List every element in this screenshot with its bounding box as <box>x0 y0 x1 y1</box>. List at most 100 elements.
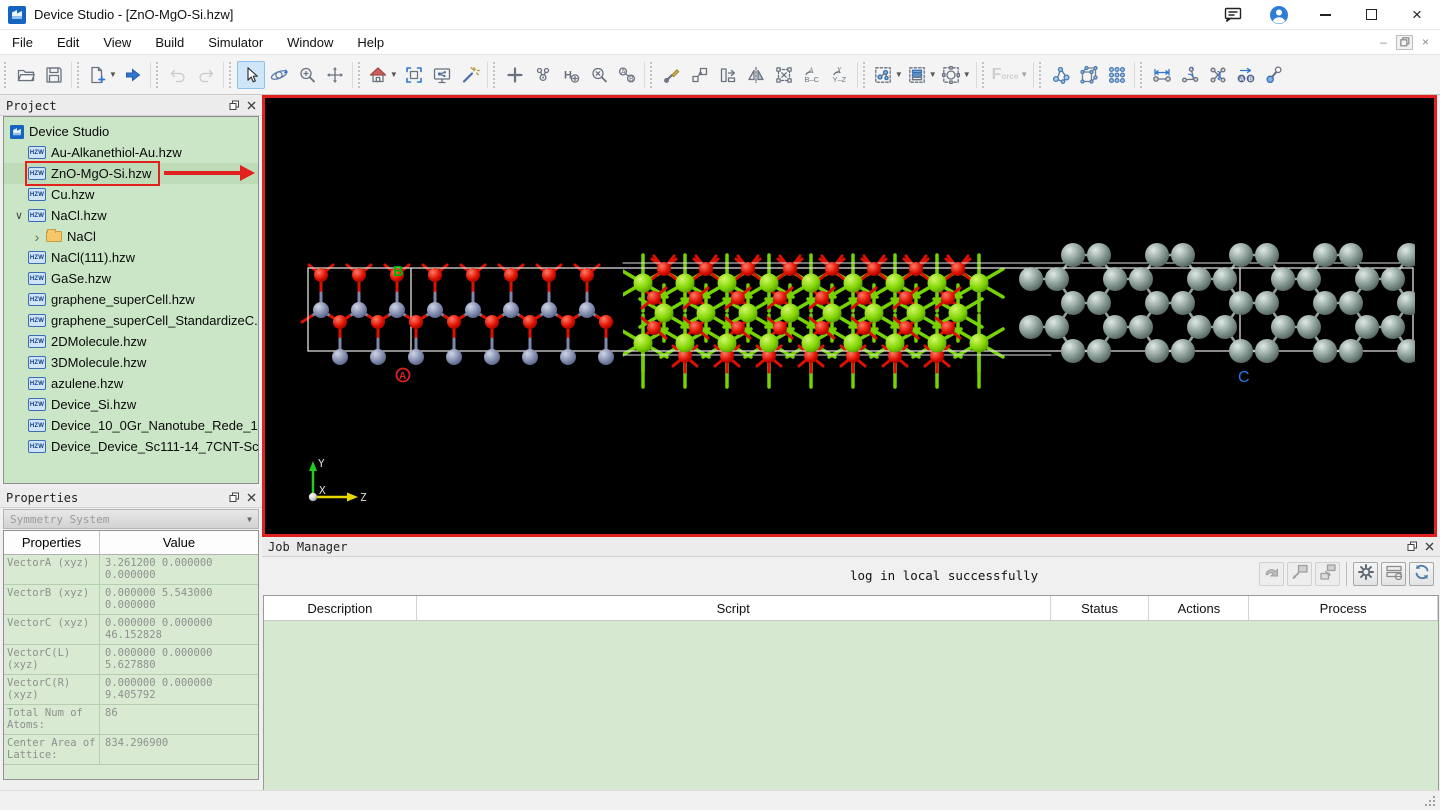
tree-item[interactable]: HZWNaCl(111).hzw <box>4 247 258 268</box>
rotate-tool-button[interactable] <box>265 61 293 89</box>
build-crystal-button[interactable] <box>1075 61 1103 89</box>
force-field-button[interactable]: Force▼ <box>990 61 1031 89</box>
tree-item[interactable]: HZWDevice_Device_Sc111-14_7CNT-Sc... <box>4 436 258 457</box>
job-column-header-description[interactable]: Description <box>264 596 417 620</box>
undo-button[interactable] <box>164 61 192 89</box>
close-panel-icon[interactable] <box>246 492 257 503</box>
build-cluster-button[interactable] <box>1047 61 1075 89</box>
mdi-close-button[interactable]: × <box>1417 35 1434 50</box>
tree-item[interactable]: ∨HZWNaCl.hzw <box>4 205 258 226</box>
job-remote-button[interactable] <box>1287 562 1312 586</box>
toolbar-grip[interactable] <box>156 62 160 88</box>
menu-window[interactable]: Window <box>275 30 345 55</box>
mdi-restore-button[interactable] <box>1396 35 1413 50</box>
structure-viewport[interactable]: BACYZX <box>262 95 1437 537</box>
account-button[interactable] <box>1256 0 1302 30</box>
measure-distance-button[interactable] <box>1148 61 1176 89</box>
find-atom-button[interactable] <box>585 61 613 89</box>
swap-axes-button[interactable]: XY–Z <box>826 61 854 89</box>
redo-button[interactable] <box>192 61 220 89</box>
tree-item[interactable]: Device Studio <box>4 121 258 142</box>
tree-item[interactable]: HZWDevice_10_0Gr_Nanotube_Rede_1.... <box>4 415 258 436</box>
menu-simulator[interactable]: Simulator <box>196 30 275 55</box>
toolbar-grip[interactable] <box>229 62 233 88</box>
toolbar-grip[interactable] <box>358 62 362 88</box>
toolbar-grip[interactable] <box>982 62 986 88</box>
toolbar-grip[interactable] <box>493 62 497 88</box>
tree-item[interactable]: HZW3DMolecule.hzw <box>4 352 258 373</box>
job-column-header-script[interactable]: Script <box>417 596 1051 620</box>
menu-help[interactable]: Help <box>345 30 396 55</box>
translate-button[interactable] <box>714 61 742 89</box>
tree-item[interactable]: HZWCu.hzw <box>4 184 258 205</box>
tree-item[interactable]: HZWGaSe.hzw <box>4 268 258 289</box>
toolbar-grip[interactable] <box>4 62 8 88</box>
measure-dihedral-button[interactable] <box>1204 61 1232 89</box>
vector-ab-button[interactable]: AB <box>1232 61 1260 89</box>
close-button[interactable]: × <box>1394 0 1440 30</box>
job-column-header-process[interactable]: Process <box>1249 596 1438 620</box>
new-file-button[interactable]: ▼ <box>85 61 119 89</box>
menu-build[interactable]: Build <box>143 30 196 55</box>
fit-view-button[interactable] <box>400 61 428 89</box>
add-hydrogen-button[interactable]: H <box>557 61 585 89</box>
mdi-minimize-button[interactable]: – <box>1375 35 1392 50</box>
minimize-button[interactable] <box>1302 0 1348 30</box>
tree-item[interactable]: HZWgraphene_superCell.hzw <box>4 289 258 310</box>
job-settings-button[interactable] <box>1353 562 1378 586</box>
label-atoms-button[interactable]: AB <box>613 61 641 89</box>
float-panel-icon[interactable] <box>1407 541 1418 552</box>
align-button[interactable]: ▼ <box>905 61 939 89</box>
tree-item[interactable]: HZWAu-Alkanethiol-Au.hzw <box>4 142 258 163</box>
pan-tool-button[interactable] <box>321 61 349 89</box>
toolbar-grip[interactable] <box>863 62 867 88</box>
expander-closed-icon[interactable]: › <box>28 229 46 245</box>
tree-item[interactable]: HZWazulene.hzw <box>4 373 258 394</box>
float-panel-icon[interactable] <box>229 492 240 503</box>
tree-item[interactable]: HZWgraphene_superCell_StandardizeC... <box>4 310 258 331</box>
float-panel-icon[interactable] <box>229 100 240 111</box>
add-fragment-button[interactable] <box>529 61 557 89</box>
bond-length-button[interactable] <box>1260 61 1288 89</box>
job-refresh-button[interactable] <box>1409 562 1434 586</box>
tree-item[interactable]: HZW2DMolecule.hzw <box>4 331 258 352</box>
tree-item[interactable]: HZWDevice_Si.hzw <box>4 394 258 415</box>
symmetry-system-dropdown[interactable]: Symmetry System ▼ <box>3 509 259 529</box>
close-panel-icon[interactable] <box>1424 541 1435 552</box>
rename-atoms-button[interactable]: AB–C <box>798 61 826 89</box>
display-style-button[interactable] <box>428 61 456 89</box>
toolbar-grip[interactable] <box>77 62 81 88</box>
open-button[interactable] <box>12 61 40 89</box>
edit-bond-button[interactable] <box>658 61 686 89</box>
expander-open-icon[interactable]: ∨ <box>10 209 28 222</box>
maximize-button[interactable] <box>1348 0 1394 30</box>
save-button[interactable] <box>40 61 68 89</box>
menu-view[interactable]: View <box>91 30 143 55</box>
job-column-header-actions[interactable]: Actions <box>1149 596 1249 620</box>
tree-item[interactable]: ›NaCl <box>4 226 258 247</box>
feedback-button[interactable] <box>1210 0 1256 30</box>
menu-edit[interactable]: Edit <box>45 30 91 55</box>
select-molecule-button[interactable]: ▼ <box>871 61 905 89</box>
resize-button[interactable] <box>686 61 714 89</box>
select-tool-button[interactable] <box>237 61 265 89</box>
add-atom-button[interactable] <box>501 61 529 89</box>
menu-file[interactable]: File <box>0 30 45 55</box>
auto-build-button[interactable] <box>456 61 484 89</box>
build-supercell-button[interactable] <box>1103 61 1131 89</box>
job-submit-button[interactable] <box>1259 562 1284 586</box>
reset-view-button[interactable]: ▼ <box>366 61 400 89</box>
scale-button[interactable] <box>770 61 798 89</box>
measure-angle-button[interactable] <box>1176 61 1204 89</box>
toolbar-grip[interactable] <box>1140 62 1144 88</box>
toolbar-grip[interactable] <box>650 62 654 88</box>
resize-grip[interactable] <box>1425 795 1436 806</box>
job-queue-button[interactable] <box>1381 562 1406 586</box>
zoom-tool-button[interactable] <box>293 61 321 89</box>
toolbar-grip[interactable] <box>1039 62 1043 88</box>
import-button[interactable] <box>119 61 147 89</box>
job-table-body[interactable] <box>264 621 1438 790</box>
select-region-button[interactable]: ▼ <box>939 61 973 89</box>
job-column-header-status[interactable]: Status <box>1051 596 1150 620</box>
tree-item-selected[interactable]: HZWZnO-MgO-Si.hzw <box>4 163 258 184</box>
